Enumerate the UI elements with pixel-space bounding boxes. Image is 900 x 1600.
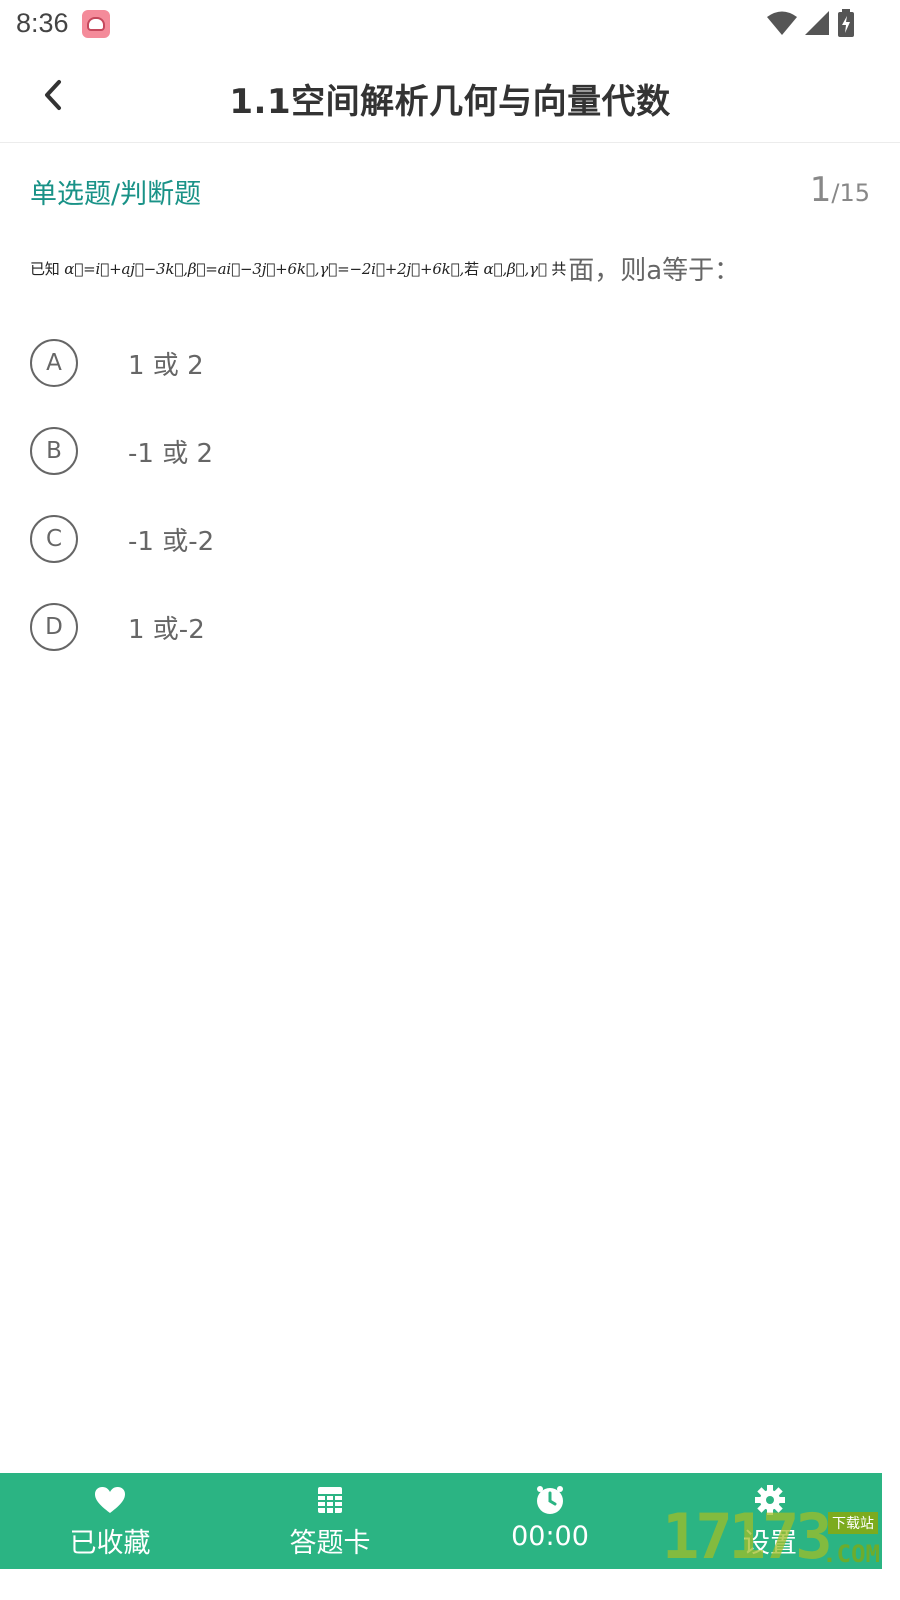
option-letter-badge: B <box>30 427 78 475</box>
option-text: 1 或-2 <box>128 614 205 645</box>
option-letter-badge: C <box>30 515 78 563</box>
app-header: 1.1空间解析几何与向量代数 <box>0 48 900 143</box>
app-notification-icon <box>82 10 110 38</box>
favorite-button[interactable]: 已收藏 <box>0 1473 220 1569</box>
status-indicators <box>766 8 856 38</box>
option-letter-badge: A <box>30 339 78 387</box>
question-counter: 1/15 <box>810 170 870 210</box>
grid-icon <box>318 1487 342 1513</box>
clock-icon <box>537 1486 563 1514</box>
answer-card-label: 答题卡 <box>289 1528 371 1559</box>
options-list: A 1 或 2 B -1 或 2 C -1 或-2 D 1 或-2 <box>30 330 870 682</box>
question-stem: 已知 α⃗=i⃗+aj⃗−3k⃗,β⃗=ai⃗−3j⃗+6k⃗,γ⃗=−2i⃗+… <box>30 248 870 288</box>
formula-gong: 共 <box>551 259 567 278</box>
question-formula-image: 已知 α⃗=i⃗+aj⃗−3k⃗,β⃗=ai⃗−3j⃗+6k⃗,γ⃗=−2i⃗+… <box>30 258 566 279</box>
formula-ruo: 若 <box>464 259 479 278</box>
settings-label: 设置 <box>743 1528 797 1559</box>
option-letter-badge: D <box>30 603 78 651</box>
answer-card-button[interactable]: 答题卡 <box>220 1473 440 1569</box>
question-index: 1 <box>809 170 832 210</box>
option-c[interactable]: C -1 或-2 <box>30 506 870 594</box>
gear-icon <box>755 1485 785 1515</box>
timer-display: 00:00 <box>440 1473 660 1569</box>
formula-vectors: α⃗,β⃗,γ⃗ <box>483 259 548 278</box>
question-meta: 单选题/判断题 1/15 <box>30 170 870 214</box>
formula-prefix: 已知 <box>30 259 60 278</box>
question-total: /15 <box>831 179 870 207</box>
favorite-label: 已收藏 <box>69 1528 151 1559</box>
option-b[interactable]: B -1 或 2 <box>30 418 870 506</box>
cell-signal-icon <box>805 11 829 35</box>
option-a[interactable]: A 1 或 2 <box>30 330 870 418</box>
formula-body: α⃗=i⃗+aj⃗−3k⃗,β⃗=ai⃗−3j⃗+6k⃗,γ⃗=−2i⃗+2j⃗… <box>64 259 465 278</box>
status-bar: 8:36 <box>0 0 900 48</box>
status-time: 8:36 <box>16 8 69 38</box>
option-d[interactable]: D 1 或-2 <box>30 594 870 682</box>
question-type-label: 单选题/判断题 <box>30 179 202 210</box>
settings-button[interactable]: 设置 <box>660 1473 880 1569</box>
wifi-icon <box>767 11 797 35</box>
option-text: -1 或-2 <box>128 526 215 557</box>
bottom-toolbar: 已收藏 答题卡 00:00 设置 <box>0 1473 882 1569</box>
timer-value: 00:00 <box>511 1521 589 1552</box>
page-title: 1.1空间解析几何与向量代数 <box>229 82 671 122</box>
heart-icon <box>95 1487 125 1513</box>
battery-icon <box>838 9 854 37</box>
option-text: 1 或 2 <box>128 350 204 381</box>
option-text: -1 或 2 <box>128 438 213 469</box>
question-text: 面，则a等于： <box>568 255 741 286</box>
